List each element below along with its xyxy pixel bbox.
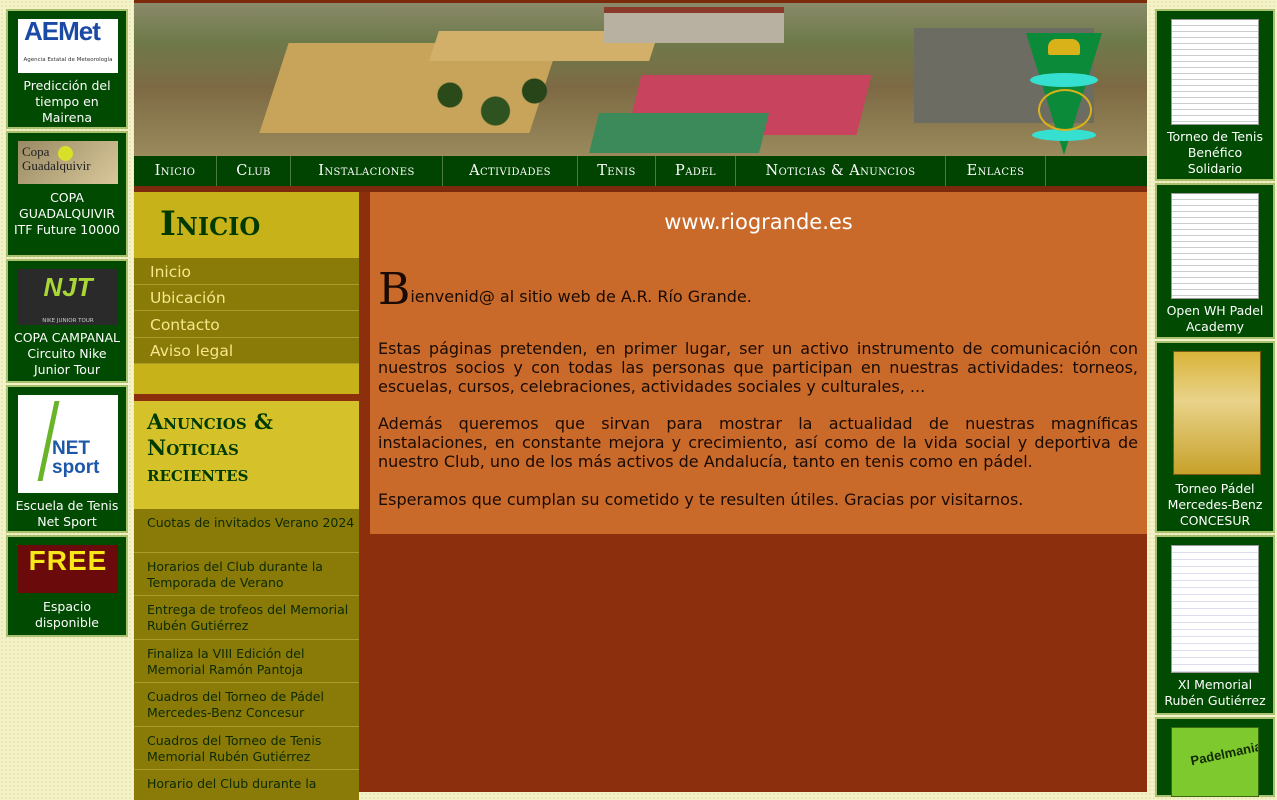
news-title-text: Anuncios & Noticias recientes	[147, 409, 273, 486]
padelmania-text: Padelmania	[1189, 738, 1259, 769]
padelmania-poster: Padelmania	[1171, 727, 1259, 797]
sidebar: Inicio Inicio Ubicación Contacto Aviso l…	[134, 192, 359, 800]
sidebar-link-contacto[interactable]: Contacto	[134, 312, 359, 338]
banner-caption: Predicción del tiempo en Mairena	[23, 78, 111, 125]
main-content: www.riogrande.es Bienvenid@ al sitio web…	[370, 192, 1147, 534]
banner-caption: XI Memorial Rubén Gutiérrez	[1164, 677, 1266, 708]
sidebar-title-text: Inicio	[160, 204, 261, 244]
aemet-logo-text: AEMet	[24, 16, 101, 46]
copa-guadalquivir-logo: Copa Guadalquivir	[18, 141, 118, 184]
njt-logo-text: NJT	[43, 272, 93, 302]
sidebar-title: Inicio	[134, 192, 359, 258]
nav-instalaciones[interactable]: Instalaciones	[291, 156, 443, 186]
banner-caption: Espacio disponible	[35, 599, 99, 630]
banner-memorial-ruben[interactable]: XI Memorial Rubén Gutiérrez	[1155, 535, 1275, 715]
aemet-logo-sub: Agencia Estatal de Meteorología	[23, 57, 113, 63]
aemet-logo: AEMet Agencia Estatal de Meteorología	[18, 16, 118, 73]
intro-paragraph-1: Estas páginas pretenden, en primer lugar…	[378, 339, 1138, 396]
news-item[interactable]: Cuotas de invitados Verano 2024	[134, 509, 359, 553]
intro-paragraph-2: Además queremos que sirvan para mostrar …	[378, 414, 1138, 471]
main-nav: Inicio Club Instalaciones Actividades Te…	[134, 156, 1147, 186]
banner-caption: COPA GUADALQUIVIR ITF Future 10000	[13, 190, 121, 237]
news-item[interactable]: Horario del Club durante la	[134, 770, 359, 800]
welcome-drop-cap: B	[378, 264, 411, 315]
news-item[interactable]: Finaliza la VIII Edición del Memorial Ra…	[134, 640, 359, 683]
free-logo: FREE	[18, 545, 118, 593]
banner-free-space[interactable]: FREE Espacio disponible	[6, 535, 128, 637]
nav-club[interactable]: Club	[217, 156, 291, 186]
club-crest-icon	[1014, 33, 1114, 155]
site-url: www.riogrande.es	[664, 210, 853, 234]
green-court	[589, 113, 769, 153]
tennis-ball-icon	[58, 146, 73, 161]
nav-noticias-anuncios[interactable]: Noticias & Anuncios	[736, 156, 946, 186]
tournament-draw-poster	[1171, 193, 1259, 299]
nike-junior-tour-logo: NJT NIKE JUNIOR TOUR	[18, 269, 118, 325]
trees	[424, 63, 554, 143]
banner-copa-guadalquivir[interactable]: Copa Guadalquivir COPA GUADALQUIVIR ITF …	[6, 131, 128, 257]
intro-paragraph-3: Esperamos que cumplan su cometido y te r…	[378, 490, 1024, 509]
news-item[interactable]: Cuadros del Torneo de Tenis Memorial Rub…	[134, 727, 359, 770]
tournament-poster	[1173, 351, 1261, 475]
net-sport-logo: NET sport	[18, 395, 118, 493]
banner-caption: Escuela de Tenis Net Sport	[15, 498, 119, 529]
banner-aemet[interactable]: AEMet Agencia Estatal de Meteorología Pr…	[6, 9, 128, 129]
news-item[interactable]: Entrega de trofeos del Memorial Rubén Gu…	[134, 596, 359, 640]
nav-inicio[interactable]: Inicio	[134, 156, 217, 186]
welcome-text: Bienvenid@ al sitio web de A.R. Río Gran…	[378, 268, 1138, 312]
sidebar-gap	[134, 394, 359, 401]
nav-actividades[interactable]: Actividades	[443, 156, 578, 186]
nav-tenis[interactable]: Tenis	[578, 156, 656, 186]
news-item[interactable]: Horarios del Club durante la Temporada d…	[134, 553, 359, 596]
banner-caption: Open WH Padel Academy	[1166, 303, 1264, 334]
sidebar-link-ubicacion[interactable]: Ubicación	[134, 285, 359, 311]
news-title: Anuncios & Noticias recientes	[134, 401, 359, 509]
banner-torneo-benefico[interactable]: Torneo de Tenis Benéfico Solidario	[1155, 9, 1275, 181]
banner-caption: COPA CAMPANAL Circuito Nike Junior Tour	[13, 330, 121, 377]
tournament-draw-poster	[1171, 19, 1259, 125]
header-banner	[134, 3, 1147, 156]
banner-njt[interactable]: NJT NIKE JUNIOR TOUR COPA CAMPANAL Circu…	[6, 259, 128, 383]
banner-caption: Torneo Pádel Mercedes-Benz CONCESUR	[1167, 481, 1263, 528]
nav-enlaces[interactable]: Enlaces	[946, 156, 1046, 186]
nav-padel[interactable]: Padel	[656, 156, 736, 186]
banner-caption: Torneo de Tenis Benéfico Solidario	[1166, 129, 1264, 176]
banner-net-sport[interactable]: NET sport Escuela de Tenis Net Sport	[6, 385, 128, 533]
net-sport-logo-text: NET sport	[52, 438, 100, 478]
news-item[interactable]: Cuadros del Torneo de Pádel Mercedes-Ben…	[134, 683, 359, 727]
club-building	[604, 7, 784, 43]
sidebar-link-inicio[interactable]: Inicio	[134, 259, 359, 285]
banner-open-wh-padel[interactable]: Open WH Padel Academy	[1155, 183, 1275, 339]
njt-logo-sub: NIKE JUNIOR TOUR	[42, 318, 94, 324]
sidebar-spacer	[134, 364, 359, 394]
free-logo-text: FREE	[28, 545, 108, 576]
banner-torneo-padel-mercedes[interactable]: Torneo Pádel Mercedes-Benz CONCESUR	[1155, 341, 1275, 533]
copa-logo-text: Copa Guadalquivir	[22, 144, 91, 173]
tournament-schedule-poster	[1171, 545, 1259, 673]
sidebar-link-aviso-legal[interactable]: Aviso legal	[134, 338, 359, 364]
banner-padelmania[interactable]: Padelmania	[1155, 717, 1275, 797]
welcome-rest: ienvenid@ al sitio web de A.R. Río Grand…	[410, 287, 752, 306]
